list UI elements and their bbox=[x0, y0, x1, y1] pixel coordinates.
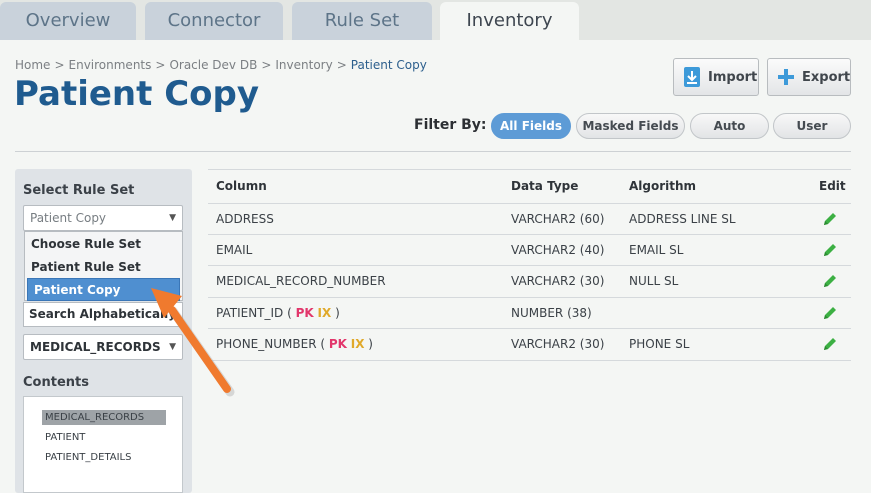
table-cell-algorithm: PHONE SL bbox=[629, 337, 690, 351]
plus-icon bbox=[778, 69, 794, 85]
import-button[interactable]: Import bbox=[673, 58, 759, 96]
rule-set-dropdown: Choose Rule Set Patient Rule Set Patient… bbox=[24, 231, 183, 301]
table-cell-algorithm: NULL SL bbox=[629, 274, 679, 288]
contents-item[interactable]: PATIENT_DETAILS bbox=[42, 450, 131, 465]
table-divider bbox=[208, 234, 851, 235]
tab-overview[interactable]: Overview bbox=[0, 2, 136, 40]
table-cell-column: MEDICAL_RECORD_NUMBER bbox=[216, 274, 386, 288]
breadcrumb-home[interactable]: Home bbox=[15, 58, 50, 72]
page-title: Patient Copy bbox=[14, 74, 260, 114]
tab-rule-set[interactable]: Rule Set bbox=[292, 2, 432, 40]
breadcrumb-inventory[interactable]: Inventory bbox=[275, 58, 332, 72]
table-cell-data-type: VARCHAR2 (60) bbox=[511, 212, 605, 226]
tab-connector[interactable]: Connector bbox=[145, 2, 283, 40]
table-cell-column: PATIENT_ID ( PK IX ) bbox=[216, 306, 340, 320]
chevron-down-icon: ▼ bbox=[169, 213, 176, 223]
table-select[interactable]: MEDICAL_RECORDS ▼ bbox=[23, 334, 183, 360]
pencil-icon[interactable] bbox=[822, 305, 838, 321]
rule-set-option-selected[interactable]: Patient Copy bbox=[27, 278, 180, 301]
table-cell-column: ADDRESS bbox=[216, 212, 274, 226]
export-label: Export bbox=[802, 69, 851, 85]
filter-user[interactable]: User bbox=[773, 113, 851, 139]
contents-item[interactable]: MEDICAL_RECORDS bbox=[42, 410, 166, 425]
export-button[interactable]: Export bbox=[767, 58, 851, 96]
contents-list: MEDICAL_RECORDS PATIENT PATIENT_DETAILS bbox=[23, 396, 183, 493]
tab-inventory[interactable]: Inventory bbox=[440, 2, 579, 40]
ix-badge: IX bbox=[350, 337, 365, 351]
table-divider bbox=[208, 265, 851, 266]
column-name: PHONE_NUMBER bbox=[216, 337, 317, 351]
download-icon bbox=[684, 67, 700, 87]
table-divider bbox=[208, 297, 851, 298]
rule-set-heading: Select Rule Set bbox=[23, 183, 135, 198]
algorithm-header: Algorithm bbox=[629, 179, 697, 193]
data-type-header: Data Type bbox=[511, 179, 579, 193]
pk-badge: PK bbox=[295, 306, 314, 320]
column-header: Column bbox=[216, 179, 267, 193]
rule-set-option[interactable]: Patient Rule Set bbox=[25, 256, 182, 279]
breadcrumb: Home > Environments > Oracle Dev DB > Inventor… bbox=[15, 58, 427, 72]
filter-all-fields[interactable]: All Fields bbox=[491, 113, 571, 139]
contents-heading: Contents bbox=[23, 375, 89, 390]
table-cell-column: EMAIL bbox=[216, 243, 253, 257]
edit-header: Edit bbox=[819, 179, 846, 193]
breadcrumb-oracle-dev-db[interactable]: Oracle Dev DB bbox=[169, 58, 257, 72]
table-divider bbox=[208, 203, 851, 204]
table-cell-data-type: VARCHAR2 (40) bbox=[511, 243, 605, 257]
search-alphabetically-input[interactable]: Search Alphabetically bbox=[23, 302, 183, 327]
pencil-icon[interactable] bbox=[822, 211, 838, 227]
filter-label: Filter By: bbox=[414, 117, 487, 133]
table-divider bbox=[208, 169, 851, 170]
rule-set-option[interactable]: Choose Rule Set bbox=[25, 233, 182, 256]
breadcrumb-current: Patient Copy bbox=[350, 58, 427, 72]
rule-set-select-value: Patient Copy bbox=[30, 211, 107, 225]
contents-item[interactable]: PATIENT bbox=[42, 430, 85, 445]
table-select-value: MEDICAL_RECORDS bbox=[30, 340, 161, 354]
filter-masked-fields[interactable]: Masked Fields bbox=[576, 113, 685, 139]
table-cell-data-type: VARCHAR2 (30) bbox=[511, 274, 605, 288]
table-cell-algorithm: ADDRESS LINE SL bbox=[629, 212, 736, 226]
table-cell-data-type: VARCHAR2 (30) bbox=[511, 337, 605, 351]
inventory-table: Column Data Type Algorithm Edit ADDRESS … bbox=[208, 169, 851, 361]
breadcrumb-separator: > bbox=[261, 58, 272, 72]
pk-badge: PK bbox=[328, 337, 347, 351]
pencil-icon[interactable] bbox=[822, 336, 838, 352]
breadcrumb-environments[interactable]: Environments bbox=[69, 58, 152, 72]
column-name: PATIENT_ID bbox=[216, 306, 284, 320]
rule-set-select[interactable]: Patient Copy ▼ bbox=[23, 205, 183, 231]
breadcrumb-separator: > bbox=[336, 58, 347, 72]
table-cell-data-type: NUMBER (38) bbox=[511, 306, 592, 320]
divider bbox=[15, 151, 851, 152]
pencil-icon[interactable] bbox=[822, 273, 838, 289]
table-divider bbox=[208, 328, 851, 329]
breadcrumb-separator: > bbox=[155, 58, 166, 72]
filter-auto[interactable]: Auto bbox=[690, 113, 769, 139]
ix-badge: IX bbox=[317, 306, 332, 320]
chevron-down-icon: ▼ bbox=[169, 342, 176, 352]
breadcrumb-separator: > bbox=[54, 58, 65, 72]
table-cell-algorithm: EMAIL SL bbox=[629, 243, 684, 257]
import-label: Import bbox=[708, 69, 758, 85]
table-divider bbox=[208, 360, 851, 361]
table-cell-column: PHONE_NUMBER ( PK IX ) bbox=[216, 337, 373, 351]
tab-bar: Overview Connector Rule Set Inventory bbox=[0, 0, 871, 40]
pencil-icon[interactable] bbox=[822, 242, 838, 258]
